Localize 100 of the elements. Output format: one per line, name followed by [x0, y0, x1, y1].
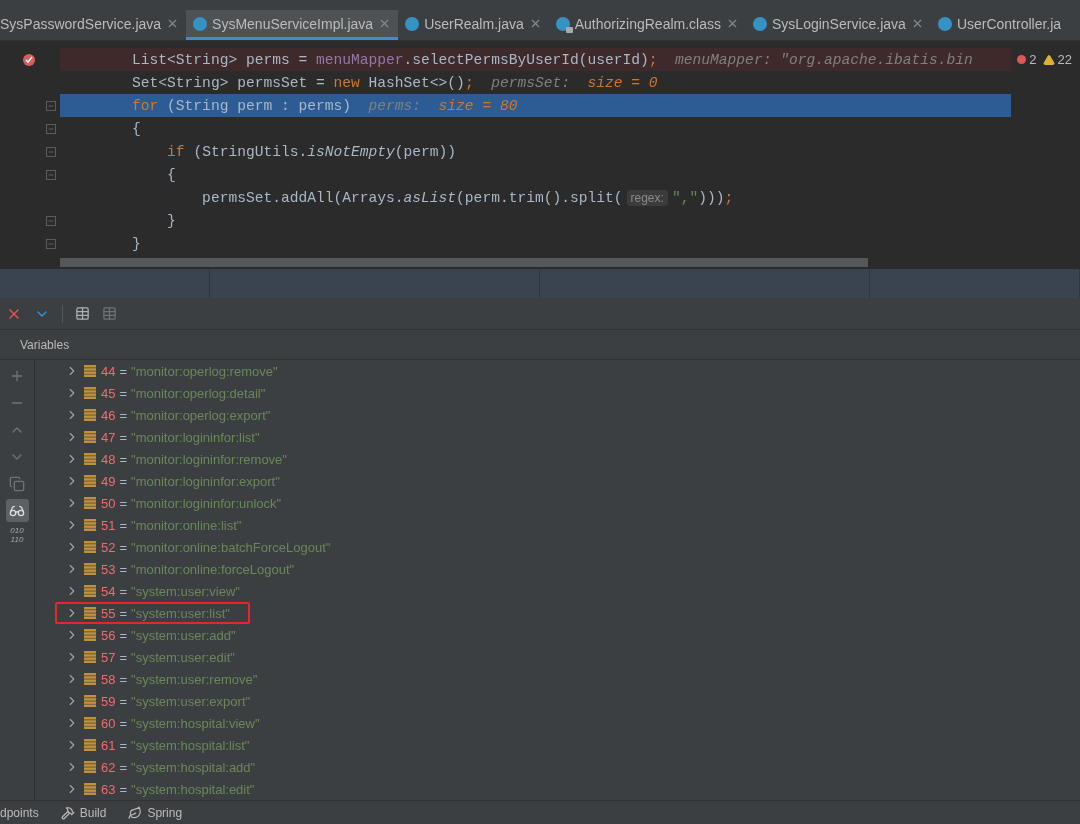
glasses-icon[interactable] [5, 499, 29, 522]
fold-icon[interactable] [46, 100, 56, 111]
variable-entry[interactable]: 56 = "system:user:add" [101, 627, 236, 643]
code-text: } [166, 212, 176, 229]
hammer-icon [60, 805, 75, 820]
variable-entry[interactable]: 60 = "system:hospital:view" [101, 715, 260, 731]
variable-entry[interactable]: 53 = "monitor:online:forceLogout" [101, 561, 295, 577]
file-tab[interactable]: SysLoginService.java [746, 10, 931, 40]
variable-entry[interactable]: 50 = "monitor:logininfor:unlock" [101, 495, 282, 511]
variable-entry[interactable]: 59 = "system:user:export" [101, 693, 251, 709]
breakpoint-icon[interactable] [22, 52, 36, 67]
variable-entry[interactable]: 48 = "monitor:logininfor:remove" [101, 451, 287, 467]
variable-entry[interactable]: 62 = "system:hospital:add" [101, 759, 256, 775]
variable-entry[interactable]: 46 = "monitor:operlog:export" [101, 407, 271, 423]
code-text: (perm.trim().split( [456, 189, 623, 206]
list-icon [84, 431, 96, 443]
list-icon [84, 409, 96, 421]
code-text: permsSet.addAll(Arrays. [201, 189, 404, 206]
code-text: ; [464, 74, 474, 91]
table-icon[interactable] [75, 306, 90, 321]
scrollbar[interactable] [60, 258, 868, 267]
file-tab[interactable]: SysPasswordService.java [0, 10, 187, 40]
panel-title: Variables [20, 337, 70, 352]
class-icon [753, 16, 767, 31]
code-text: for [131, 97, 160, 114]
error-count[interactable]: 2 [1029, 52, 1037, 67]
list-icon [84, 739, 96, 751]
list-icon [84, 475, 96, 487]
parameter-hint: regex: [626, 189, 668, 206]
code-text: ; [648, 51, 658, 68]
code-text: menuMapper [316, 51, 404, 68]
error-icon [1017, 55, 1027, 64]
code-text: ; [724, 189, 734, 206]
variable-entry[interactable]: 63 = "system:hospital:edit" [101, 781, 255, 797]
binary-button[interactable]: 010 110 [10, 526, 24, 544]
list-icon [84, 673, 96, 685]
code-text: "," [671, 189, 699, 206]
file-tab[interactable]: UserController.ja [930, 10, 1069, 40]
list-icon [84, 453, 96, 465]
warning-count[interactable]: 22 [1057, 52, 1072, 67]
file-tab[interactable]: UserRealm.java [398, 10, 549, 40]
inline-value: permsSet: [490, 74, 571, 91]
list-icon [84, 607, 96, 619]
class-icon [405, 16, 420, 31]
variable-entry[interactable]: 47 = "monitor:logininfor:list" [101, 429, 260, 445]
leaf-icon [128, 805, 143, 820]
code-text: new [333, 74, 361, 91]
fold-icon[interactable] [46, 169, 56, 180]
list-icon [84, 651, 96, 663]
variable-entry[interactable]: 45 = "monitor:operlog:detail" [101, 385, 266, 401]
fold-icon[interactable] [46, 146, 56, 157]
code-text: { [131, 120, 141, 137]
fold-icon[interactable] [46, 238, 56, 249]
code-text: isNotEmpty [307, 143, 395, 160]
fold-icon[interactable] [46, 215, 56, 226]
tool-window-tab[interactable]: Build [60, 805, 107, 820]
list-icon [84, 717, 96, 729]
list-icon [84, 497, 96, 509]
code-text: (StringUtils. [193, 143, 308, 160]
code-text: .selectPermsByUserId(userId) [403, 51, 649, 68]
list-icon [84, 541, 96, 553]
variable-entry[interactable]: 54 = "system:user:view" [101, 583, 240, 599]
list-icon [84, 365, 96, 377]
inline-value: menuMapper: "org.apache.ibatis.bin [674, 51, 973, 68]
variable-entry[interactable]: 57 = "system:user:edit" [101, 649, 235, 665]
variable-entry[interactable]: 51 = "monitor:online:list" [101, 517, 242, 533]
code-text: List<String> perms = [131, 51, 309, 68]
fold-icon[interactable] [46, 123, 56, 134]
variable-entry[interactable]: 44 = "monitor:operlog:remove" [101, 363, 278, 379]
tool-window-tab[interactable]: dpoints [0, 805, 39, 820]
class-icon [193, 16, 208, 31]
inline-value: size = 0 [587, 74, 658, 91]
list-icon [84, 519, 96, 531]
file-tab[interactable]: SysMenuServiceImpl.java [186, 10, 399, 40]
inline-value: size = 80 [438, 97, 518, 114]
list-icon [84, 761, 96, 773]
variable-entry[interactable]: 58 = "system:user:remove" [101, 671, 258, 687]
tool-window-tab[interactable]: Spring [128, 805, 183, 820]
list-icon [84, 629, 96, 641]
variable-entry[interactable]: 61 = "system:hospital:list" [101, 737, 250, 753]
code-text: } [131, 235, 141, 252]
code-text: Set<String> permsSet = [131, 74, 326, 91]
warning-icon [1042, 53, 1055, 66]
code-text: ))) [698, 189, 725, 206]
list-icon [84, 585, 96, 597]
close-icon[interactable] [726, 17, 739, 30]
list-icon [84, 695, 96, 707]
code-text: HashSet<>() [368, 74, 465, 91]
variable-entry[interactable]: 55 = "system:user:list" [101, 605, 230, 621]
list-icon [84, 563, 96, 575]
locked-class-icon [555, 16, 570, 31]
code-text: (perm)) [394, 143, 457, 160]
code-text: if [166, 143, 186, 160]
list-icon [84, 783, 96, 795]
code-text: { [166, 166, 176, 183]
code-text: (String perm : perms) [167, 97, 351, 114]
file-tab[interactable]: AuthorizingRealm.class [548, 10, 746, 40]
variable-entry[interactable]: 49 = "monitor:logininfor:export" [101, 473, 280, 489]
variable-entry[interactable]: 52 = "monitor:online:batchForceLogout" [101, 539, 331, 555]
code-text: asList [403, 189, 457, 206]
